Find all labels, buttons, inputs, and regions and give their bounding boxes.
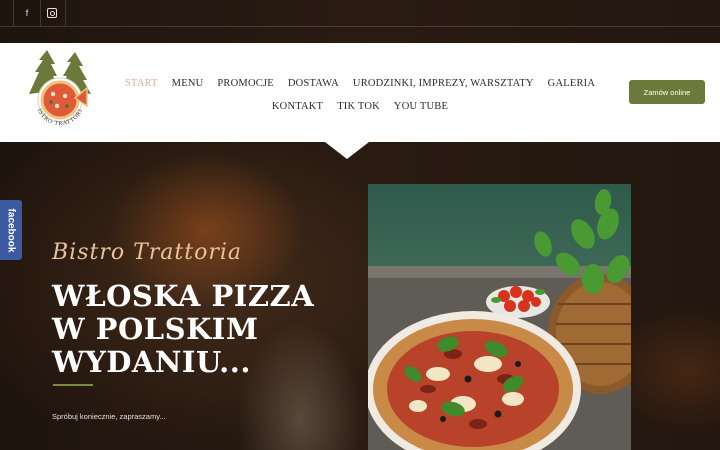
hero-accent-line (53, 384, 93, 386)
nav-item-tiktok[interactable]: TIK TOK (337, 101, 380, 112)
hero-headline: WŁOSKA PIZZA W POLSKIM WYDANIU... (52, 280, 352, 379)
hero-script-title: Bistro Trattoria (52, 240, 242, 265)
hero-pizza-photo (368, 184, 631, 450)
nav-row-2: KONTAKT TIK TOK YOU TUBE (140, 95, 580, 118)
top-social-bar: f (0, 0, 720, 27)
hero-headline-line-3: WYDANIU... (52, 345, 251, 379)
order-online-button[interactable]: Zamów online (629, 80, 705, 104)
facebook-icon[interactable]: f (13, 0, 41, 26)
hero-headline-line-2: W POLSKIM (52, 312, 259, 346)
header-notch (325, 142, 369, 159)
instagram-glyph (47, 8, 57, 18)
instagram-icon[interactable] (39, 0, 66, 26)
site-logo[interactable]: BISTRO TRATTORIA (23, 50, 97, 134)
nav-item-start[interactable]: START (125, 78, 158, 89)
nav-item-dostawa[interactable]: DOSTAWA (288, 78, 339, 89)
facebook-side-tab-label: facebook (5, 208, 17, 252)
nav-item-menu[interactable]: MENU (172, 78, 204, 89)
nav-row-1: START MENU PROMOCJE DOSTAWA URODZINKI, I… (125, 72, 595, 95)
facebook-glyph: f (25, 8, 29, 18)
nav-item-urodzinki[interactable]: URODZINKI, IMPREZY, WARSZTATY (353, 78, 534, 89)
main-nav: START MENU PROMOCJE DOSTAWA URODZINKI, I… (125, 72, 595, 118)
nav-item-kontakt[interactable]: KONTAKT (272, 101, 323, 112)
pizza-illustration (368, 189, 631, 450)
facebook-side-tab-label-wrap[interactable]: facebook (0, 200, 22, 260)
nav-item-promocje[interactable]: PROMOCJE (217, 78, 273, 89)
nav-item-galeria[interactable]: GALERIA (548, 78, 595, 89)
hero-headline-line-1: WŁOSKA PIZZA (52, 279, 315, 313)
nav-item-youtube[interactable]: YOU TUBE (394, 101, 448, 112)
hero-subtext: Spróbuj koniecznie, zapraszamy... (52, 412, 166, 421)
